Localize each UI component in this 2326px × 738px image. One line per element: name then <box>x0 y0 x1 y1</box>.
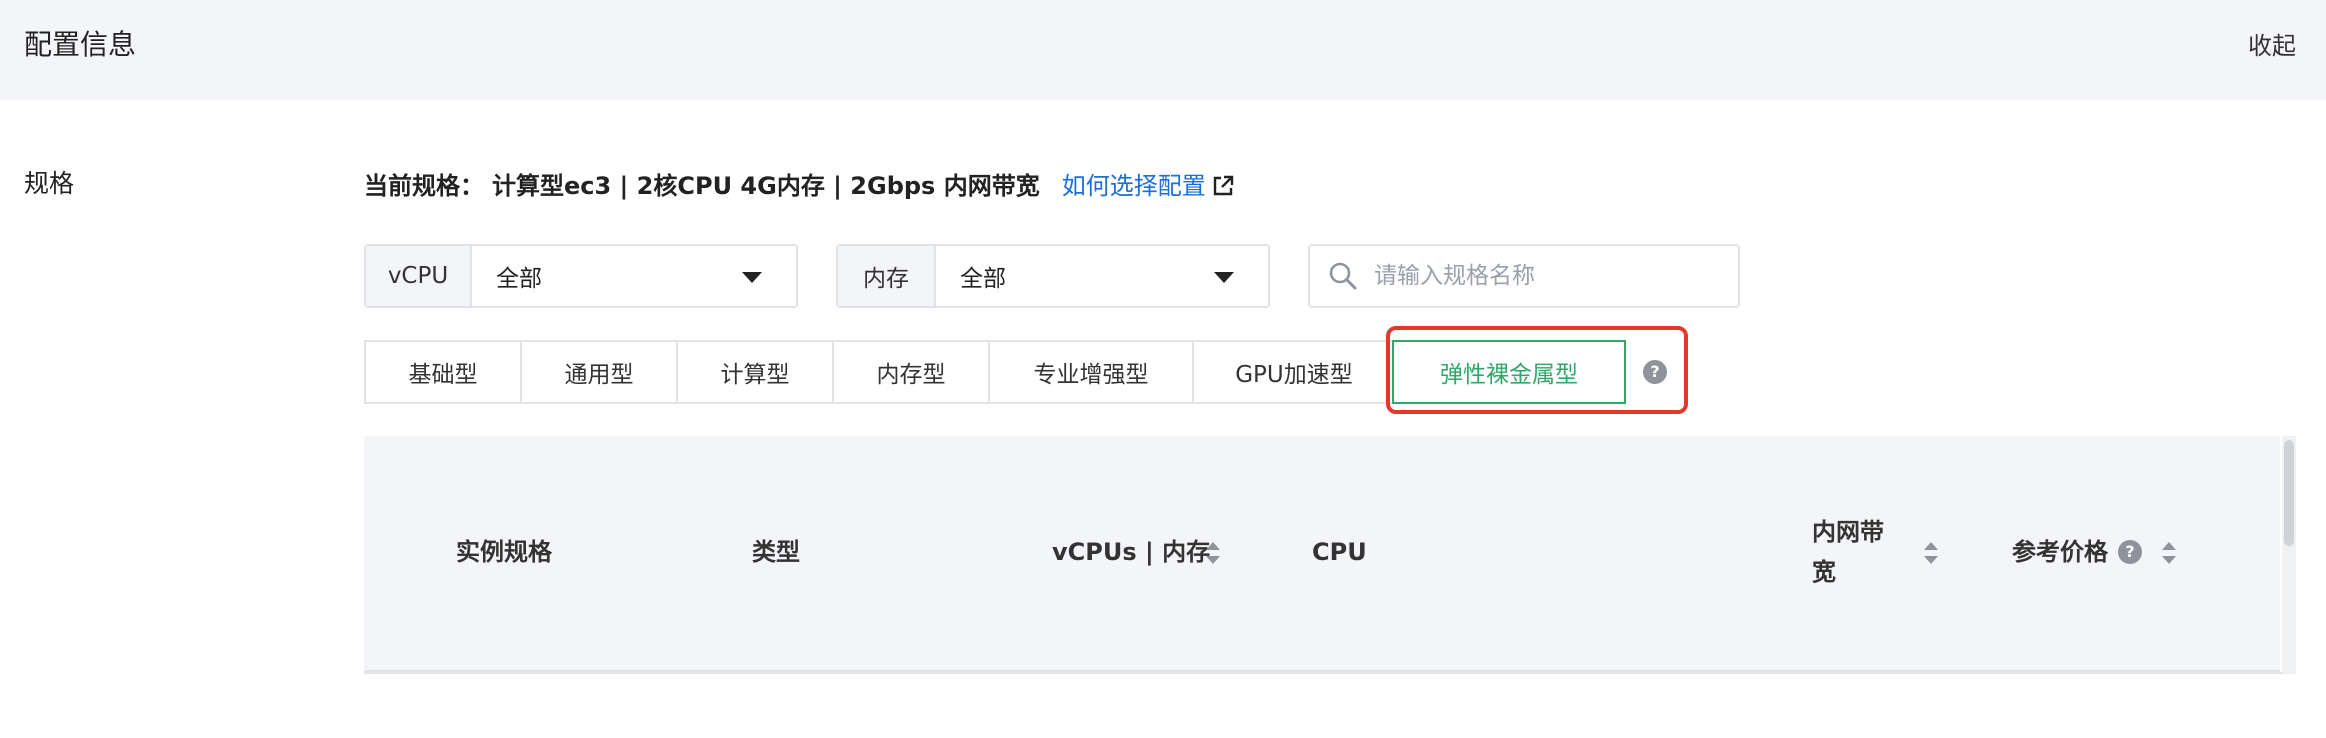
how-to-choose-link[interactable]: 如何选择配置 <box>1062 166 1234 206</box>
tab-basic[interactable]: 基础型 <box>364 340 520 404</box>
col-vcpus-memory[interactable]: vCPUs | 内存 <box>1052 532 1210 572</box>
table-scrollbar[interactable] <box>2282 436 2296 674</box>
vcpu-filter-label: vCPU <box>366 246 472 306</box>
col-bandwidth-line1[interactable]: 内网带 <box>1812 512 1884 552</box>
scrollbar-thumb[interactable] <box>2284 440 2294 546</box>
spec-search[interactable] <box>1308 244 1740 308</box>
memory-filter[interactable]: 内存 全部 <box>836 244 1270 308</box>
chevron-down-icon[interactable] <box>1214 272 1234 283</box>
help-icon[interactable]: ? <box>1643 360 1667 384</box>
vcpu-select-value[interactable]: 全部 <box>496 259 542 293</box>
col-type: 类型 <box>752 538 800 566</box>
spec-search-input[interactable] <box>1372 262 1736 290</box>
tab-bare-metal[interactable]: 弹性裸金属型 <box>1392 340 1626 404</box>
search-icon <box>1329 262 1357 290</box>
tab-gpu[interactable]: GPU加速型 <box>1192 340 1396 404</box>
tab-pro-enhanced[interactable]: 专业增强型 <box>988 340 1192 404</box>
config-header: 配置信息 收起 <box>0 0 2326 100</box>
spec-section-label: 规格 <box>24 169 75 198</box>
chevron-down-icon[interactable] <box>742 272 762 283</box>
memory-select-value[interactable]: 全部 <box>960 259 1006 293</box>
tab-general[interactable]: 通用型 <box>520 340 676 404</box>
tab-compute[interactable]: 计算型 <box>676 340 832 404</box>
spec-table-header: 实例规格 类型 vCPUs | 内存 CPU 内网带 宽 参考价格 ? <box>364 436 2280 672</box>
col-cpu: CPU <box>1312 538 1367 566</box>
sort-icon[interactable] <box>1924 542 1938 564</box>
spec-type-tabs: 基础型 通用型 计算型 内存型 专业增强型 GPU加速型 <box>364 340 1396 404</box>
vcpu-filter[interactable]: vCPU 全部 <box>364 244 798 308</box>
current-spec-value: 计算型ec3 | 2核CPU 4G内存 | 2Gbps 内网带宽 <box>492 172 1040 200</box>
collapse-button[interactable]: 收起 <box>2248 26 2296 66</box>
table-divider <box>364 672 2296 674</box>
external-link-icon[interactable] <box>1212 175 1234 197</box>
current-spec: 当前规格： 计算型ec3 | 2核CPU 4G内存 | 2Gbps 内网带宽 如… <box>364 166 1234 206</box>
help-icon[interactable]: ? <box>2118 540 2142 564</box>
vcpu-select[interactable]: 全部 <box>472 246 796 306</box>
col-bandwidth-line2[interactable]: 宽 <box>1812 552 1836 592</box>
how-to-choose-label[interactable]: 如何选择配置 <box>1062 166 1206 206</box>
current-spec-label: 当前规格： <box>364 172 484 200</box>
config-title: 配置信息 <box>24 28 137 61</box>
sort-icon[interactable] <box>2162 542 2176 564</box>
memory-filter-label: 内存 <box>838 246 936 306</box>
memory-select[interactable]: 全部 <box>936 246 1268 306</box>
col-price[interactable]: 参考价格 <box>2012 532 2108 572</box>
tab-memory[interactable]: 内存型 <box>832 340 988 404</box>
sort-icon[interactable] <box>1206 542 1220 564</box>
col-instance-spec: 实例规格 <box>456 538 552 566</box>
